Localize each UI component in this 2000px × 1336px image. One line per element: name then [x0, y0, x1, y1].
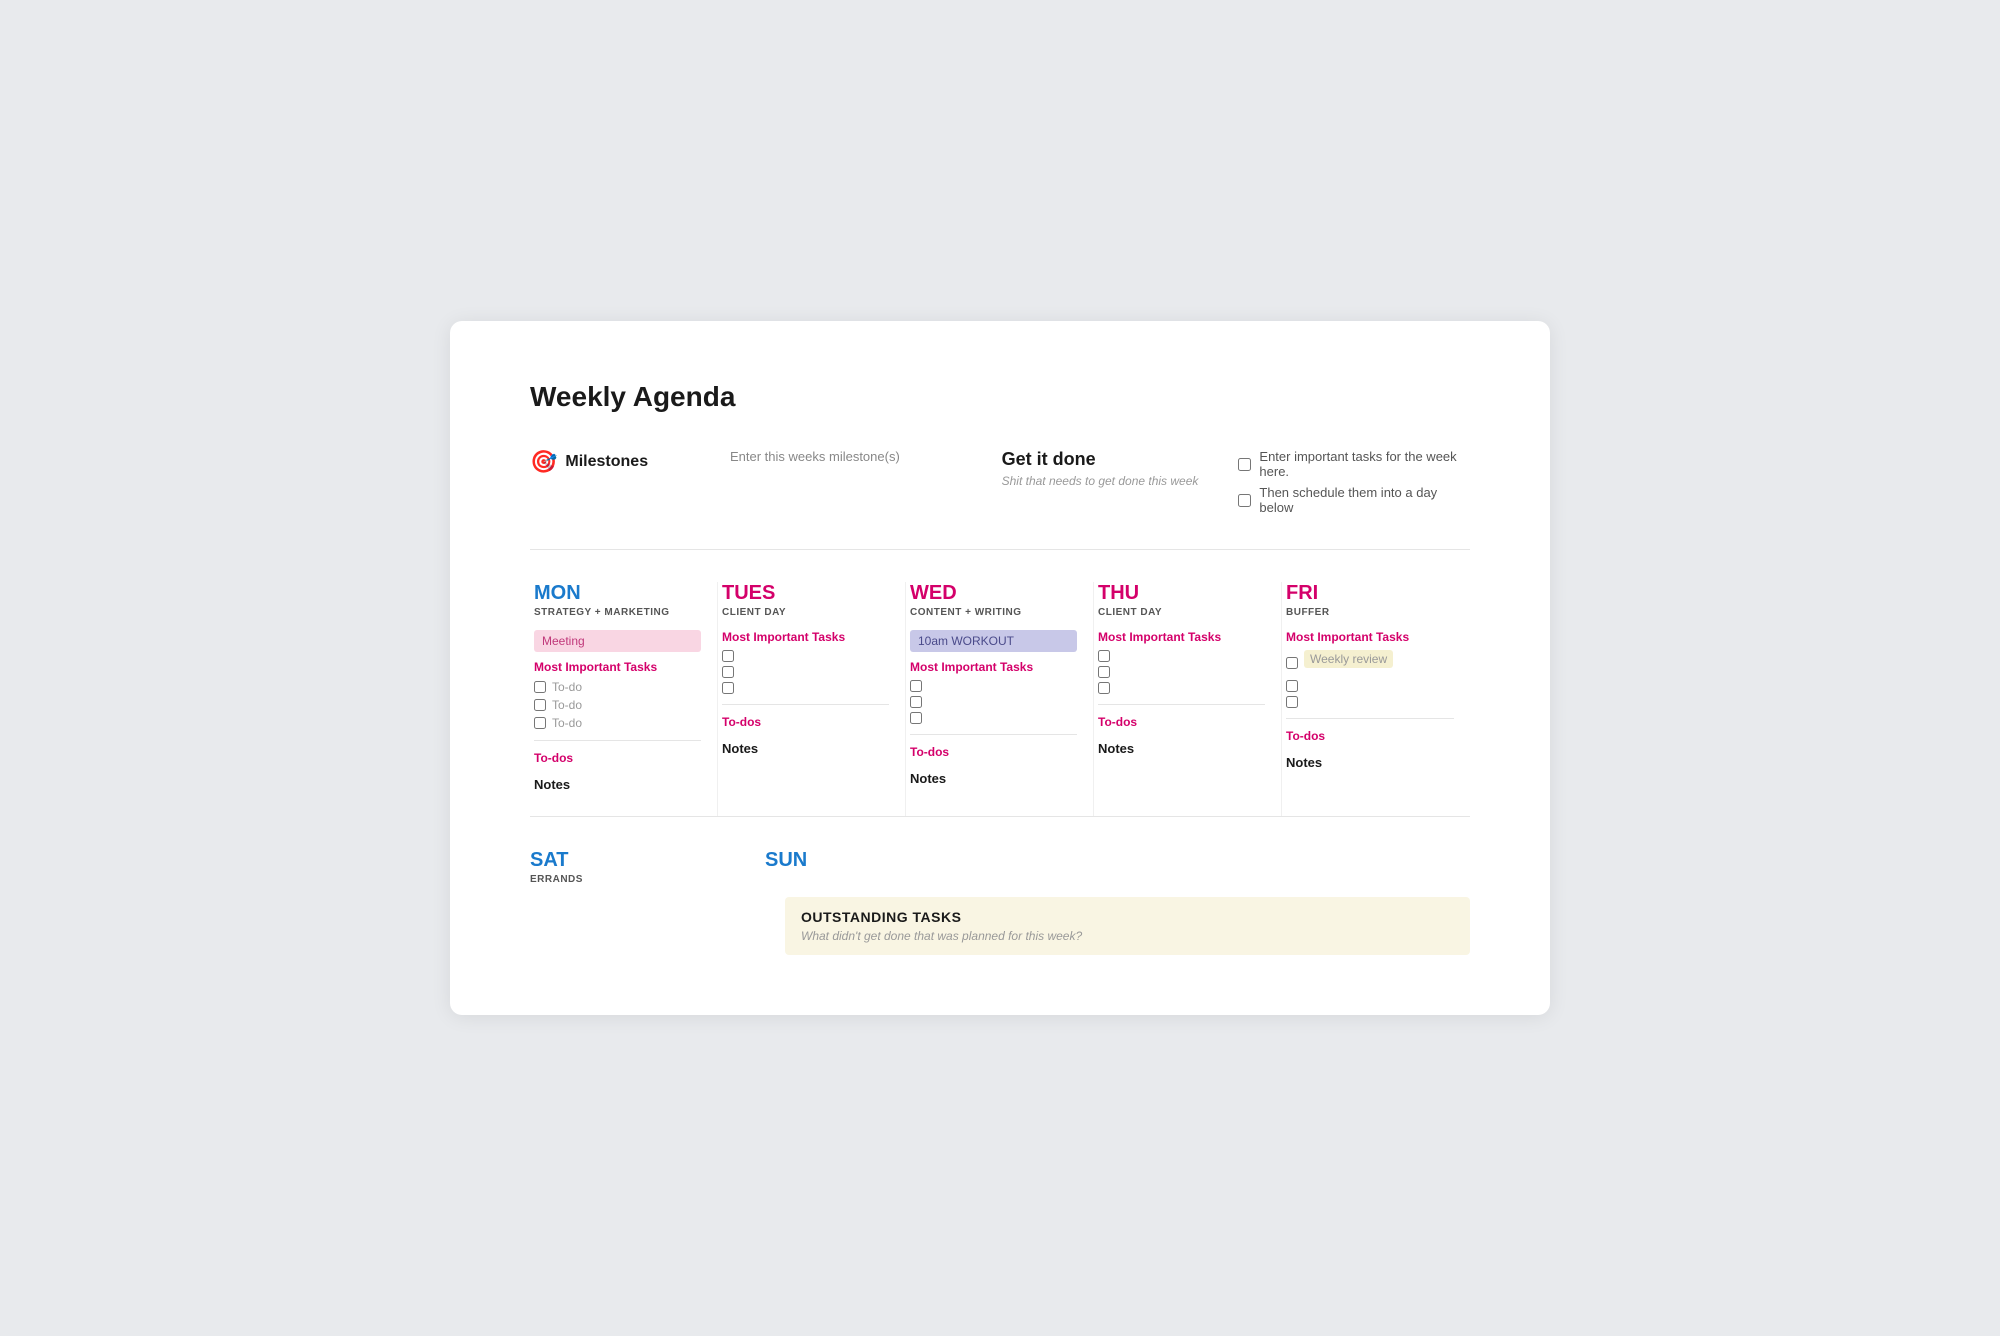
checkbox-fri-1[interactable]	[1286, 657, 1298, 669]
checkbox-tue-3[interactable]	[722, 682, 734, 694]
mit-label-thu[interactable]: Most Important Tasks	[1098, 630, 1265, 644]
check-label-fri-1: Weekly review	[1304, 650, 1393, 668]
todos-label-thu[interactable]: To-dos	[1098, 715, 1265, 729]
check-row-tue-1[interactable]	[722, 650, 889, 662]
day-subtitle-tue: CLIENT DAY	[722, 607, 889, 618]
check-row-fri-1[interactable]: Weekly review	[1286, 650, 1454, 676]
checkbox-tue-1[interactable]	[722, 650, 734, 662]
day-col-mon: MON STRATEGY + MARKETING Meeting Most Im…	[530, 582, 718, 816]
checkbox-wed-3[interactable]	[910, 712, 922, 724]
check-label-mon-1: To-do	[552, 680, 582, 694]
todos-label-fri[interactable]: To-dos	[1286, 729, 1454, 743]
check-label-mon-2: To-do	[552, 698, 582, 712]
notes-section-wed: Notes	[910, 771, 1077, 786]
checklist-checkbox-2[interactable]	[1238, 494, 1251, 507]
mit-label-mon[interactable]: Most Important Tasks	[534, 660, 701, 674]
checkbox-fri-2[interactable]	[1286, 680, 1298, 692]
check-row-thu-3[interactable]	[1098, 682, 1265, 694]
todos-label-wed[interactable]: To-dos	[910, 745, 1077, 759]
check-label-mon-3: To-do	[552, 716, 582, 730]
day-name-mon: MON	[534, 582, 701, 605]
get-it-done-subtitle: Shit that needs to get done this week	[1002, 474, 1199, 488]
checklist-item-2[interactable]: Then schedule them into a day below	[1238, 485, 1470, 515]
day-subtitle-mon: STRATEGY + MARKETING	[534, 607, 701, 618]
page-title: Weekly Agenda	[530, 381, 1470, 413]
get-it-done-title: Get it done	[1002, 449, 1199, 470]
day-subtitle-wed: CONTENT + WRITING	[910, 607, 1077, 618]
mit-label-fri[interactable]: Most Important Tasks	[1286, 630, 1454, 644]
notes-label-thu: Notes	[1098, 741, 1265, 756]
day-name-wed: WED	[910, 582, 1077, 605]
milestones-label: Milestones	[565, 453, 648, 471]
day-subtitle-thu: CLIENT DAY	[1098, 607, 1265, 618]
day-col-sun: SUN	[765, 849, 1000, 874]
outstanding-subtitle: What didn't get done that was planned fo…	[801, 929, 1454, 943]
notes-label-mon: Notes	[534, 777, 701, 792]
milestones-section: 🎯 Milestones	[530, 449, 690, 475]
bottom-row: SAT ERRANDS SUN OUTSTANDING TASKS What d…	[530, 849, 1470, 955]
check-row-tue-3[interactable]	[722, 682, 889, 694]
checklist-item-2-label: Then schedule them into a day below	[1259, 485, 1470, 515]
day-name-fri: FRI	[1286, 582, 1454, 605]
notes-section-mon: Notes	[534, 777, 701, 792]
outstanding-title: OUTSTANDING TASKS	[801, 909, 1454, 925]
notes-section-tue: Notes	[722, 741, 889, 756]
check-row-wed-3[interactable]	[910, 712, 1077, 724]
checkbox-fri-3[interactable]	[1286, 696, 1298, 708]
day-name-sun: SUN	[765, 849, 980, 872]
day-col-thu: THU CLIENT DAY Most Important Tasks To-d…	[1094, 582, 1282, 816]
checkbox-wed-1[interactable]	[910, 680, 922, 692]
check-row-wed-2[interactable]	[910, 696, 1077, 708]
check-row-tue-2[interactable]	[722, 666, 889, 678]
outstanding-tasks-box: OUTSTANDING TASKS What didn't get done t…	[785, 897, 1470, 955]
day-col-tue: TUES CLIENT DAY Most Important Tasks To-…	[718, 582, 906, 816]
get-it-done-section: Get it done Shit that needs to get done …	[1002, 449, 1199, 488]
checkbox-mon-1[interactable]	[534, 681, 546, 693]
checkbox-thu-1[interactable]	[1098, 650, 1110, 662]
check-row-fri-2[interactable]	[1286, 680, 1454, 692]
check-row-mon-3[interactable]: To-do	[534, 716, 701, 730]
milestones-hint: Enter this weeks milestone(s)	[730, 449, 962, 464]
checkbox-tue-2[interactable]	[722, 666, 734, 678]
notes-label-wed: Notes	[910, 771, 1077, 786]
todos-label-tue[interactable]: To-dos	[722, 715, 889, 729]
checkbox-thu-2[interactable]	[1098, 666, 1110, 678]
checklist-item-1[interactable]: Enter important tasks for the week here.	[1238, 449, 1470, 479]
checklist-checkbox-1[interactable]	[1238, 458, 1251, 471]
check-row-mon-2[interactable]: To-do	[534, 698, 701, 712]
day-subtitle-fri: BUFFER	[1286, 607, 1454, 618]
tasks-checklist: Enter important tasks for the week here.…	[1238, 449, 1470, 521]
checkbox-mon-3[interactable]	[534, 717, 546, 729]
check-row-wed-1[interactable]	[910, 680, 1077, 692]
milestones-row: 🎯 Milestones Enter this weeks milestone(…	[530, 449, 1470, 550]
mit-label-wed[interactable]: Most Important Tasks	[910, 660, 1077, 674]
target-icon: 🎯	[530, 449, 557, 475]
todos-label-mon[interactable]: To-dos	[534, 751, 701, 765]
days-grid: MON STRATEGY + MARKETING Meeting Most Im…	[530, 582, 1470, 817]
weekly-agenda-card: Weekly Agenda 🎯 Milestones Enter this we…	[450, 321, 1550, 1015]
day-col-wed: WED CONTENT + WRITING 10am WORKOUT Most …	[906, 582, 1094, 816]
check-row-mon-1[interactable]: To-do	[534, 680, 701, 694]
checkbox-thu-3[interactable]	[1098, 682, 1110, 694]
event-pill-mon: Meeting	[534, 630, 701, 652]
check-row-thu-1[interactable]	[1098, 650, 1265, 662]
day-name-sat: SAT	[530, 849, 745, 872]
day-col-fri: FRI BUFFER Most Important Tasks Weekly r…	[1282, 582, 1470, 816]
day-subtitle-sat: ERRANDS	[530, 874, 745, 885]
check-row-fri-3[interactable]	[1286, 696, 1454, 708]
event-pill-wed: 10am WORKOUT	[910, 630, 1077, 652]
notes-section-thu: Notes	[1098, 741, 1265, 756]
mit-label-tue[interactable]: Most Important Tasks	[722, 630, 889, 644]
notes-section-fri: Notes	[1286, 755, 1454, 770]
checkbox-wed-2[interactable]	[910, 696, 922, 708]
check-row-thu-2[interactable]	[1098, 666, 1265, 678]
day-name-tue: TUES	[722, 582, 889, 605]
day-name-thu: THU	[1098, 582, 1265, 605]
day-col-sat: SAT ERRANDS	[530, 849, 765, 897]
checkbox-mon-2[interactable]	[534, 699, 546, 711]
checklist-item-1-label: Enter important tasks for the week here.	[1259, 449, 1470, 479]
notes-label-tue: Notes	[722, 741, 889, 756]
notes-label-fri: Notes	[1286, 755, 1454, 770]
